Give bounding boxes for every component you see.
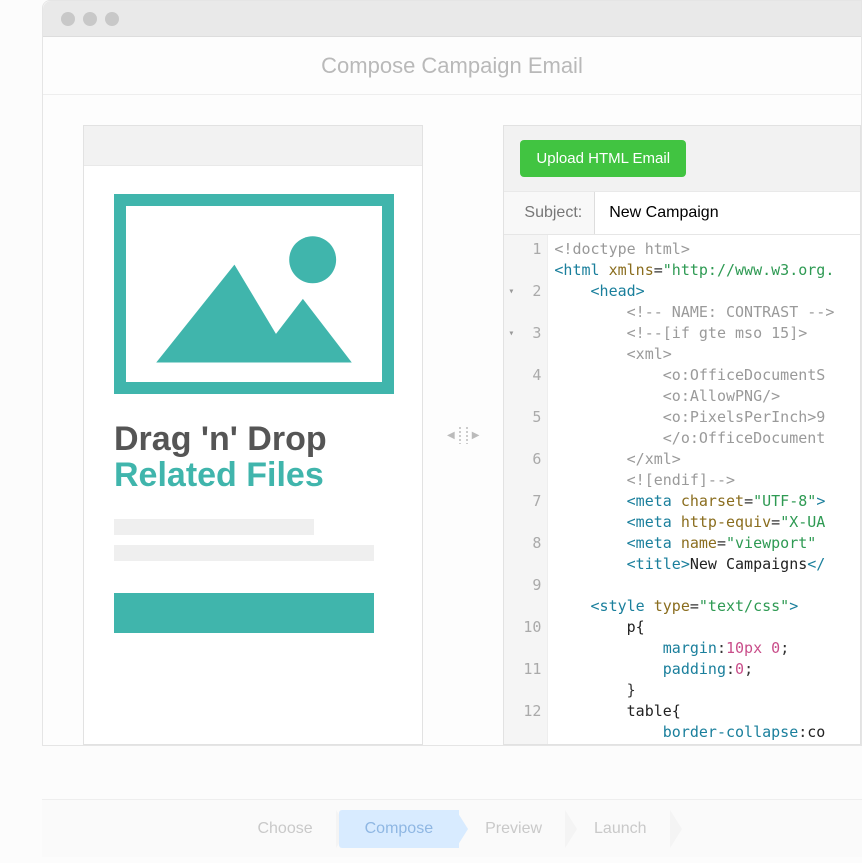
code-line[interactable]: <!--[if gte mso 15]>: [554, 323, 834, 344]
code-line[interactable]: <title>New Campaigns</: [554, 554, 834, 575]
line-number: 12: [510, 701, 541, 722]
code-line[interactable]: <o:OfficeDocumentS: [554, 365, 834, 386]
step-label: Choose: [257, 820, 312, 837]
code-editor[interactable]: 1 2▾ 3▾ 4 5 6 7 8 9 10 11 12 13 14 15 16…: [504, 235, 860, 744]
code-line[interactable]: <!-- NAME: CONTRAST -->: [554, 302, 834, 323]
step-compose[interactable]: Compose: [339, 810, 459, 848]
line-number: 2▾: [510, 281, 541, 302]
code-line[interactable]: <o:AllowPNG/>: [554, 386, 834, 407]
line-number: 6: [510, 449, 541, 470]
drop-zone-body: Drag 'n' Drop Related Files: [84, 166, 422, 633]
code-line[interactable]: <html xmlns="http://www.w3.org.: [554, 260, 834, 281]
line-number: 8: [510, 533, 541, 554]
drop-zone-card[interactable]: Drag 'n' Drop Related Files: [83, 125, 423, 745]
code-line[interactable]: border-collapse:co: [554, 722, 834, 743]
chevron-right-icon: ▶: [472, 430, 480, 441]
code-line[interactable]: <meta charset="UTF-8">: [554, 491, 834, 512]
fold-chevron-icon[interactable]: ▾: [508, 281, 514, 302]
wizard-steps: Choose Compose Preview Launch: [42, 799, 862, 857]
code-line[interactable]: padding:0;: [554, 659, 834, 680]
code-line[interactable]: <style type="text/css">: [554, 596, 834, 617]
line-number: 5: [510, 407, 541, 428]
line-gutter: 1 2▾ 3▾ 4 5 6 7 8 9 10 11 12 13 14 15 16…: [504, 235, 548, 744]
page-title: Compose Campaign Email: [321, 53, 583, 79]
code-line[interactable]: margin:10px 0;: [554, 638, 834, 659]
subject-label: Subject:: [504, 194, 594, 232]
line-number: 4: [510, 365, 541, 386]
cta-placeholder-button[interactable]: [114, 593, 374, 633]
drop-zone-header: [84, 126, 422, 166]
step-label: Preview: [485, 820, 542, 837]
code-line[interactable]: <head>: [554, 281, 834, 302]
subject-row: Subject:: [504, 192, 860, 235]
traffic-max-icon[interactable]: [105, 12, 119, 26]
skeleton-line: [114, 545, 374, 561]
step-label: Compose: [365, 820, 433, 837]
line-number: 10: [510, 617, 541, 638]
fold-chevron-icon[interactable]: ▾: [508, 323, 514, 344]
line-number: 3▾: [510, 323, 541, 344]
code-editor-panel: Upload HTML Email Subject: 1 2▾ 3▾ 4 5 6…: [503, 125, 861, 745]
line-number: 1: [510, 239, 541, 260]
traffic-close-icon[interactable]: [61, 12, 75, 26]
code-line[interactable]: p{: [554, 617, 834, 638]
code-line[interactable]: <xml>: [554, 344, 834, 365]
drop-title-line1: Drag 'n' Drop: [114, 422, 392, 458]
code-line[interactable]: }: [554, 680, 834, 701]
line-number: 13: [510, 743, 541, 744]
grip-icon: [458, 426, 462, 444]
step-label: Launch: [594, 820, 647, 837]
line-number: 9: [510, 575, 541, 596]
page-header: Compose Campaign Email: [43, 37, 861, 95]
chevron-left-icon: ◀: [447, 430, 455, 441]
window-titlebar: [43, 1, 861, 37]
code-line[interactable]: <meta http-equiv="X-UA: [554, 512, 834, 533]
step-choose[interactable]: Choose: [231, 810, 338, 848]
skeleton-line: [114, 519, 314, 535]
code-line[interactable]: </xml>: [554, 449, 834, 470]
pane-splitter[interactable]: ◀ ▶: [447, 125, 479, 745]
chevron-right-icon: [670, 810, 682, 848]
upload-html-button[interactable]: Upload HTML Email: [520, 140, 686, 177]
code-line[interactable]: <!doctype html>: [554, 239, 834, 260]
drop-title-line2: Related Files: [114, 458, 392, 494]
step-preview[interactable]: Preview: [459, 810, 568, 848]
code-content[interactable]: <!doctype html><html xmlns="http://www.w…: [548, 235, 834, 744]
code-line[interactable]: </o:OfficeDocument: [554, 428, 834, 449]
app-window: Compose Campaign Email Drag 'n' Drop Rel…: [42, 0, 862, 746]
traffic-min-icon[interactable]: [83, 12, 97, 26]
grip-icon: [465, 426, 469, 444]
image-placeholder-icon: [114, 194, 394, 394]
workspace: Drag 'n' Drop Related Files ◀ ▶ Upload H…: [43, 95, 861, 745]
code-line[interactable]: <![endif]-->: [554, 470, 834, 491]
code-line[interactable]: <o:PixelsPerInch>9: [554, 407, 834, 428]
line-number: 11: [510, 659, 541, 680]
step-launch[interactable]: Launch: [568, 810, 673, 848]
code-line[interactable]: <meta name="viewport": [554, 533, 834, 554]
subject-input[interactable]: [594, 192, 860, 234]
editor-toolbar: Upload HTML Email: [504, 126, 860, 192]
code-line[interactable]: table{: [554, 701, 834, 722]
line-number: 7: [510, 491, 541, 512]
code-line[interactable]: [554, 575, 834, 596]
